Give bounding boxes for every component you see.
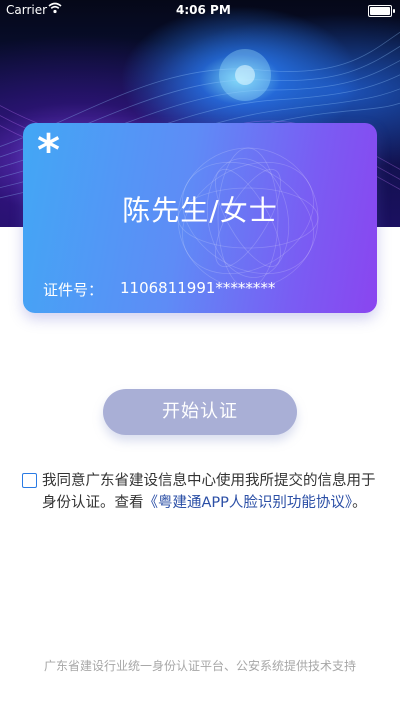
agreement-checkbox[interactable] xyxy=(22,473,37,488)
id-number-value: 1106811991******** xyxy=(120,279,276,297)
battery-icon xyxy=(368,5,395,17)
start-auth-button[interactable]: 开始认证 xyxy=(103,389,297,435)
agreement-text-after: 。 xyxy=(352,495,367,511)
status-bar: Carrier 4:06 PM xyxy=(0,0,400,20)
agreement-link[interactable]: 《粤建通APP人脸识别功能协议》 xyxy=(144,495,353,511)
agreement-text: 我同意广东省建设信息中心使用我所提交的信息用于身份认证。查看《粤建通APP人脸识… xyxy=(42,470,384,514)
carrier-label: Carrier xyxy=(6,3,48,17)
wifi-icon xyxy=(48,2,62,17)
footer-text: 广东省建设行业统一身份认证平台、公安系统提供技术支持 xyxy=(43,659,356,673)
card-holder-name: 陈先生/女士 xyxy=(122,194,278,227)
status-time: 4:06 PM xyxy=(176,3,231,17)
id-number-label: 证件号： xyxy=(43,281,104,299)
card-asterisk-icon: * xyxy=(37,125,61,176)
face-auth-page: Carrier 4:06 PM * 陈先生/女士 证件号： 1106811991… xyxy=(0,0,400,710)
id-card: * 陈先生/女士 证件号： 1106811991******** xyxy=(23,123,377,313)
